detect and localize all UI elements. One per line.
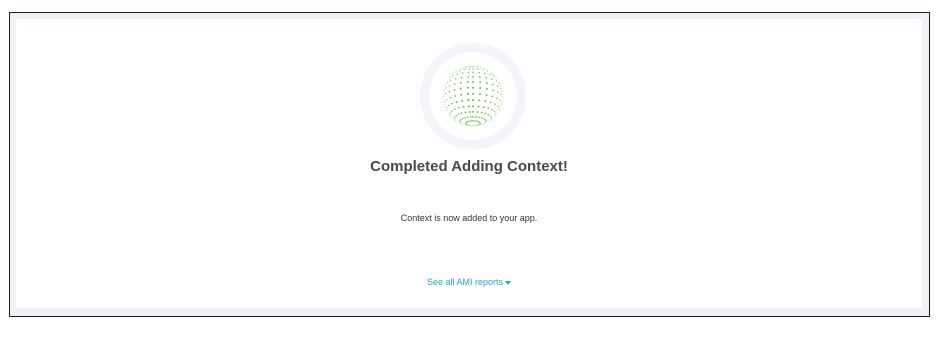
reports-link-label: See all AMI reports [426, 277, 504, 287]
content-panel: Completed Adding Context! Context is now… [16, 19, 922, 308]
status-message: Context is now added to your app. [400, 213, 538, 223]
page-title: Completed Adding Context! [370, 158, 568, 175]
globe-halo [420, 43, 526, 149]
window-frame: Completed Adding Context! Context is now… [9, 12, 930, 317]
caret-down-icon [505, 280, 512, 285]
see-all-reports-link[interactable]: See all AMI reports [426, 277, 512, 287]
dotted-globe-icon [442, 65, 504, 127]
reports-link-wrapper: See all AMI reports [16, 277, 922, 287]
